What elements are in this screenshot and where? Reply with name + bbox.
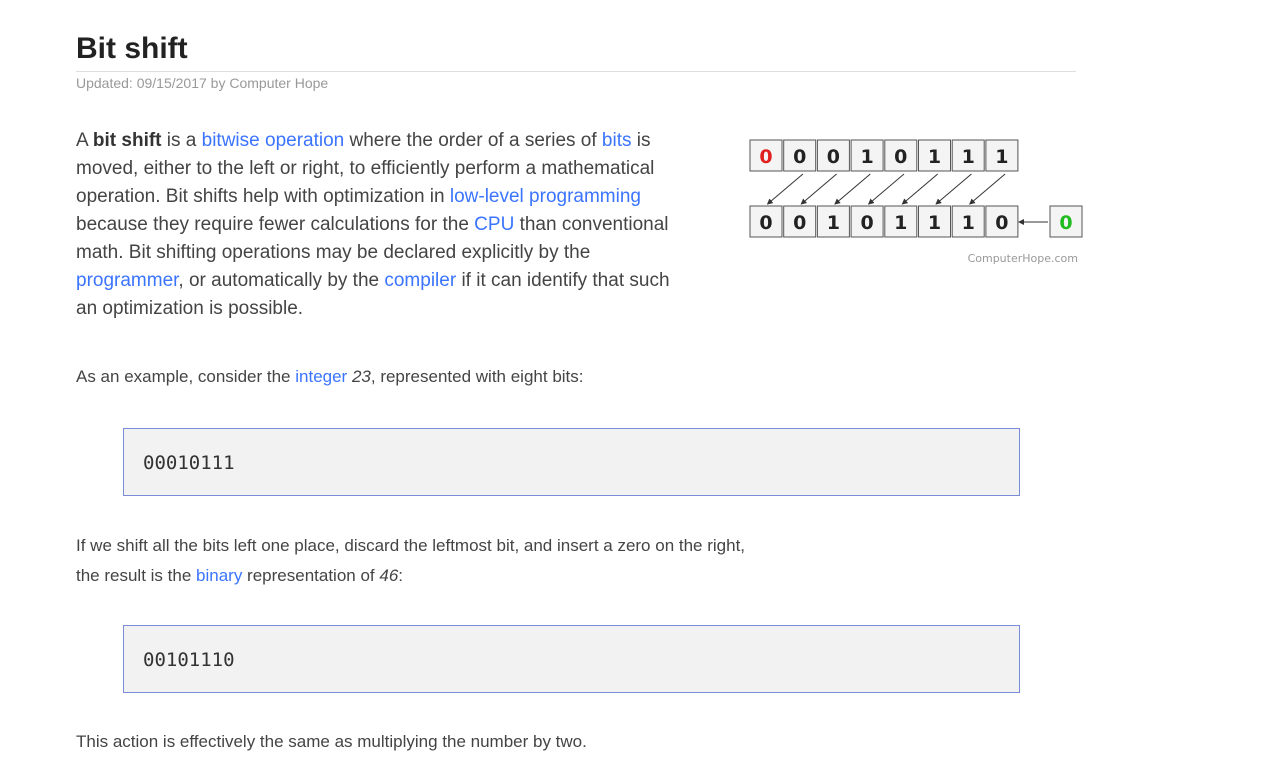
code-block-46: 00101110	[123, 625, 1020, 693]
shift-text-3: :	[398, 566, 404, 585]
top-bit-1-value: 0	[793, 146, 806, 168]
bottom-bit-0-value: 0	[759, 212, 772, 234]
top-bit-7-value: 1	[995, 146, 1008, 168]
bottom-bit-5: 1	[918, 205, 951, 238]
meta-by-label: by	[206, 75, 230, 91]
example-text-3: , represented with eight bits:	[370, 367, 584, 386]
meta-author: Computer Hope	[229, 75, 329, 91]
shift-arrow-5	[901, 173, 939, 205]
top-bit-0: 0	[749, 139, 783, 172]
conclusion-paragraph: This action is effectively the same as m…	[76, 732, 587, 751]
meta-updated-label: Updated:	[76, 75, 137, 91]
shift-text-1: If we shift all the bits left one place,…	[76, 536, 746, 585]
link-compiler[interactable]: compiler	[384, 270, 456, 291]
bottom-bit-4-value: 1	[894, 212, 907, 234]
page-title: Bit shift	[76, 32, 188, 65]
example-number: 23	[351, 367, 371, 386]
top-bit-3-value: 1	[860, 146, 873, 168]
bottom-bit-3-value: 0	[860, 212, 873, 234]
example-text-1: As an example, consider the	[76, 367, 296, 386]
shift-number: 46	[379, 566, 399, 585]
shift-text-2: representation of	[242, 566, 380, 585]
bottom-bit-1-value: 0	[793, 212, 806, 234]
link-low-level-programming[interactable]: low-level programming	[450, 186, 641, 207]
intro-term: bit shift	[92, 130, 162, 151]
top-bit-3: 1	[850, 139, 884, 172]
bottom-bit-2: 1	[816, 205, 850, 238]
meta-date: 09/15/2017	[136, 75, 207, 91]
bottom-bit-2-value: 1	[827, 212, 840, 234]
shift-arrow-4	[867, 173, 905, 205]
bottom-bit-7: 0	[985, 205, 1019, 238]
top-bit-5: 1	[918, 139, 951, 172]
shift-arrow-6	[935, 173, 972, 205]
top-bit-1: 0	[783, 139, 817, 172]
shift-paragraph: If we shift all the bits left one place,…	[76, 531, 766, 591]
top-bit-6-value: 1	[962, 146, 975, 168]
link-programmer[interactable]: programmer	[76, 270, 178, 291]
example-paragraph: As an example, consider the integer 23, …	[76, 366, 584, 388]
bottom-bit-3: 0	[850, 205, 884, 238]
code-block-23: 00010111	[123, 428, 1020, 496]
bottom-bit-0: 0	[749, 205, 783, 238]
top-bit-6: 1	[951, 139, 985, 172]
link-cpu[interactable]: CPU	[474, 214, 514, 235]
bottom-bit-6-value: 1	[962, 212, 975, 234]
top-bit-4: 0	[884, 139, 918, 172]
intro-paragraph: A bit shift is a bitwise operation where…	[76, 127, 681, 323]
top-bit-5-value: 1	[928, 146, 941, 168]
top-bit-4-value: 0	[894, 146, 907, 168]
bottom-bit-4: 1	[884, 205, 918, 238]
top-bit-7: 1	[985, 139, 1019, 172]
bit-shift-diagram: 00010111 00101110 0 ComputerHope.com	[748, 138, 1088, 270]
intro-text-3: where the order of a series of	[344, 130, 602, 151]
link-bitwise-operation[interactable]: bitwise operation	[202, 130, 345, 151]
bottom-bit-1: 0	[783, 205, 817, 238]
shift-arrow-2	[800, 173, 837, 205]
diagram-watermark: ComputerHope.com	[968, 252, 1078, 265]
link-integer[interactable]: integer	[295, 367, 347, 386]
intro-text-5: because they require fewer calculations …	[76, 214, 475, 235]
shift-arrow-1	[766, 173, 804, 205]
bottom-bit-6: 1	[951, 205, 985, 238]
bottom-bit-5-value: 1	[928, 212, 941, 234]
top-bit-2-value: 0	[827, 146, 840, 168]
top-bit-2: 0	[816, 139, 850, 172]
top-bit-0-value: 0	[759, 146, 772, 168]
intro-text-7: , or automatically by the	[178, 270, 385, 291]
shift-arrow-3	[834, 173, 871, 205]
bottom-bit-7-value: 0	[995, 212, 1008, 234]
intro-text-1: A	[76, 130, 93, 151]
bit-shift-diagram-svg: 00010111 00101110 0 ComputerHope.com	[749, 139, 1083, 265]
shift-arrow-7	[969, 173, 1006, 205]
intro-text-2: is a	[161, 130, 202, 151]
link-bits[interactable]: bits	[602, 130, 632, 151]
link-binary[interactable]: binary	[196, 566, 242, 585]
inserted-bit-value: 0	[1059, 212, 1072, 234]
inserted-bit: 0	[1049, 205, 1083, 238]
article-meta: Updated: 09/15/2017 by Computer Hope	[76, 75, 328, 91]
title-divider	[76, 71, 1076, 72]
